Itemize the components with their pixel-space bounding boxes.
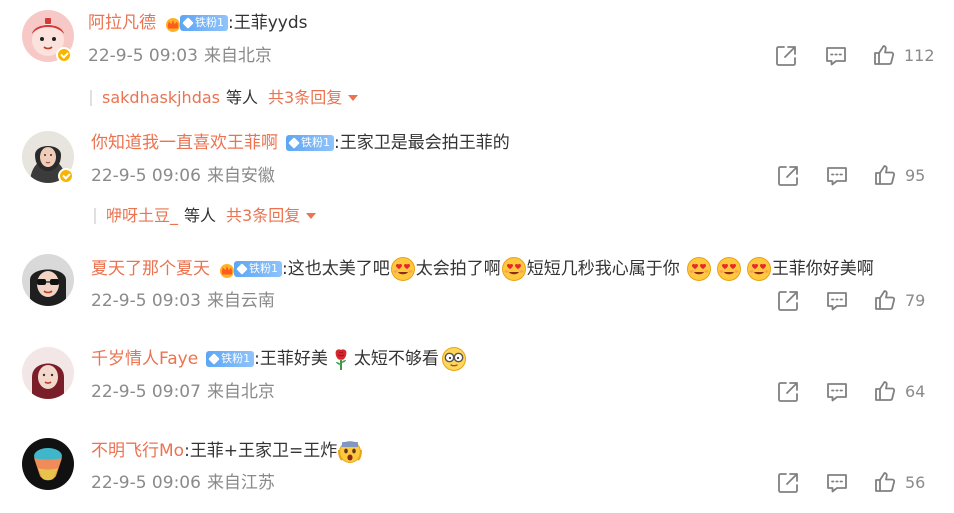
comment-source: 来自北京	[206, 382, 275, 402]
reply-divider	[90, 90, 92, 106]
share-icon[interactable]	[775, 288, 801, 314]
like-icon[interactable]	[872, 469, 898, 495]
comment-meta: 22-9-5 09:07 来自北京	[91, 380, 275, 404]
like-icon[interactable]	[872, 378, 898, 404]
verified-badge-icon	[56, 47, 72, 63]
chevron-down-icon[interactable]	[348, 95, 359, 101]
comment-meta: 22-9-5 09:03 来自北京	[88, 44, 272, 68]
comment-time: 22-9-5 09:03	[91, 291, 201, 311]
like-count: 95	[905, 166, 926, 185]
comment-source: 来自云南	[206, 291, 275, 311]
like-count: 79	[905, 291, 926, 310]
comment-meta: 22-9-5 09:06 来自江苏	[91, 471, 275, 495]
comment-text-part: 太短不够看	[353, 349, 439, 369]
username[interactable]: 千岁情人Faye	[91, 347, 198, 371]
reply-summary[interactable]: 咿呀土豆_ 等人 共3条回复	[94, 205, 317, 227]
glasses-emoji	[441, 346, 467, 372]
comment-text-line: 不明飞行Mo : 王菲+王家卫=王炸	[91, 438, 363, 464]
share-icon[interactable]	[775, 163, 801, 189]
username[interactable]: 阿拉凡德	[88, 11, 156, 35]
chevron-down-icon[interactable]	[306, 213, 317, 219]
diamond-icon	[288, 137, 300, 149]
comment-icon[interactable]	[823, 43, 849, 69]
crown-icon	[164, 15, 182, 31]
fan-badge-label: 铁粉1	[301, 136, 330, 149]
comment-icon[interactable]	[824, 379, 850, 405]
reply-etc: 等人	[184, 206, 217, 225]
comment-time: 22-9-5 09:06	[91, 166, 201, 186]
diamond-icon	[236, 263, 248, 275]
comment-time: 22-9-5 09:03	[88, 46, 198, 66]
like-icon[interactable]	[872, 162, 898, 188]
reply-users[interactable]: 咿呀土豆_	[106, 205, 178, 227]
comment-text-line: 你知道我一直喜欢王菲啊 铁粉1 : 王家卫是最会拍王菲的	[91, 131, 510, 155]
avatar[interactable]	[22, 254, 74, 306]
comment-icon[interactable]	[824, 163, 850, 189]
like-count: 56	[905, 473, 926, 492]
username[interactable]: 你知道我一直喜欢王菲啊	[91, 131, 278, 155]
fan-badge[interactable]: 铁粉1	[286, 135, 334, 151]
share-icon[interactable]	[773, 43, 799, 69]
comment-text-line: 千岁情人Faye 铁粉1 : 王菲好美 太短不够看	[91, 346, 467, 372]
shocked-emoji	[337, 438, 363, 464]
like-icon[interactable]	[872, 287, 898, 313]
like-count: 64	[905, 382, 926, 401]
comment-text-line: 夏天了那个夏天 铁粉1 : 这也太美了吧 太会拍了啊 短短几秒我心属于你 王菲你…	[91, 256, 874, 282]
username[interactable]: 不明飞行Mo	[91, 439, 184, 463]
comment-meta: 22-9-5 09:06 来自安徽	[91, 164, 275, 188]
reply-divider	[94, 208, 96, 224]
reply-summary[interactable]: sakdhaskjhdas 等人 共3条回复	[90, 87, 359, 109]
comment-text: 王家卫是最会拍王菲的	[339, 133, 510, 153]
avatar[interactable]	[22, 438, 74, 490]
like-count: 112	[904, 46, 935, 65]
heart-eyes-emoji	[501, 256, 527, 282]
comment-text-part: 这也太美了吧	[287, 259, 390, 279]
fan-badge-label: 铁粉1	[221, 352, 251, 365]
comment-time: 22-9-5 09:07	[91, 382, 201, 402]
fan-badge[interactable]: 铁粉1	[180, 15, 228, 31]
rose-emoji	[328, 346, 354, 372]
comment-source: 来自安徽	[206, 166, 275, 186]
reply-total[interactable]: 共3条回复	[226, 205, 300, 227]
comment-source: 来自江苏	[206, 473, 275, 493]
comment-text: 王菲+王家卫=王炸	[189, 441, 338, 461]
like-icon[interactable]	[871, 42, 897, 68]
comment-source: 来自北京	[203, 46, 272, 66]
comment-text-part: 太会拍了啊	[415, 259, 501, 279]
comment-text-part: 短短几秒我心属于你	[526, 259, 680, 279]
fan-badge-label: 铁粉1	[249, 262, 278, 275]
diamond-icon	[208, 353, 220, 365]
comment-text: 王菲yyds	[233, 13, 308, 33]
crown-icon	[218, 261, 236, 277]
share-icon[interactable]	[775, 470, 801, 496]
fan-badge[interactable]: 铁粉1	[206, 351, 255, 367]
comment-text-line: 阿拉凡德 铁粉1 : 王菲yyds	[88, 11, 308, 35]
fan-badge[interactable]: 铁粉1	[234, 261, 282, 277]
comment-text-part: 王菲好美	[259, 349, 328, 369]
avatar[interactable]	[22, 347, 74, 399]
comment-text-part: 王菲你好美啊	[771, 259, 874, 279]
username[interactable]: 夏天了那个夏天	[91, 257, 210, 281]
comment-meta: 22-9-5 09:03 来自云南	[91, 289, 275, 313]
fan-badge-label: 铁粉1	[195, 16, 224, 29]
reply-total[interactable]: 共3条回复	[268, 87, 342, 109]
heart-eyes-emoji	[716, 256, 742, 282]
heart-eyes-emoji	[390, 256, 416, 282]
comment-icon[interactable]	[824, 288, 850, 314]
heart-eyes-emoji	[686, 256, 712, 282]
heart-eyes-emoji	[746, 256, 772, 282]
reply-users[interactable]: sakdhaskjhdas	[102, 87, 220, 109]
share-icon[interactable]	[775, 379, 801, 405]
comment-icon[interactable]	[824, 470, 850, 496]
reply-etc: 等人	[226, 88, 259, 107]
verified-badge-icon	[58, 168, 74, 184]
diamond-icon	[182, 17, 194, 29]
comment-time: 22-9-5 09:06	[91, 473, 201, 493]
